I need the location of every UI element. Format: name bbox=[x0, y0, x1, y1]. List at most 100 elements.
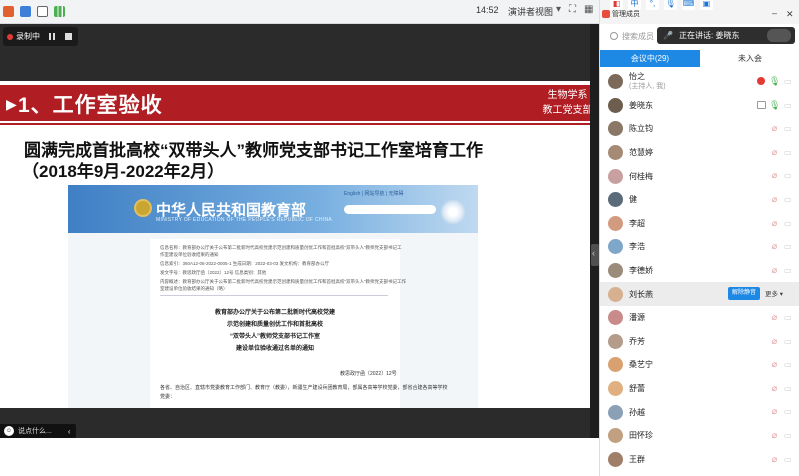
member-name: 李浩 bbox=[629, 242, 645, 252]
member-row[interactable]: 王群 ⌀ ▭ bbox=[600, 448, 799, 472]
panel-icon[interactable] bbox=[37, 6, 48, 17]
punctuation-icon[interactable]: °, bbox=[646, 0, 659, 10]
chat-placeholder[interactable]: 说点什么... bbox=[18, 426, 52, 436]
chat-input-bar[interactable]: ☺ 说点什么... ‹ bbox=[0, 424, 76, 438]
camera-off-icon[interactable]: ▭ bbox=[784, 148, 796, 157]
camera-off-icon[interactable]: ▭ bbox=[784, 266, 796, 275]
camera-off-icon[interactable]: ▭ bbox=[784, 407, 796, 416]
search-placeholder[interactable]: 搜索成员 bbox=[622, 31, 654, 42]
presentation-slide: ▶ 1、工作室验收 生物学系 教工党支部 圆满完成首批高校“双带头人”教师党支部… bbox=[0, 81, 590, 408]
member-row[interactable]: 田怀珍 ⌀ ▭ bbox=[600, 424, 799, 448]
microphone-on-icon[interactable]: 🎙 bbox=[769, 100, 780, 111]
camera-off-icon[interactable]: ▭ bbox=[784, 124, 796, 133]
member-search-input[interactable]: 搜索成员 bbox=[604, 27, 663, 45]
screen-share-icon bbox=[757, 100, 766, 109]
microphone-muted-icon[interactable]: ⌀ bbox=[769, 383, 780, 394]
member-row[interactable]: 舒蕾 ⌀ ▭ bbox=[600, 377, 799, 401]
tab-not-joined[interactable]: 未入会 bbox=[700, 50, 799, 67]
speaker-avatar bbox=[767, 29, 791, 42]
member-name: 桑艺宁 bbox=[629, 360, 653, 370]
microphone-muted-icon[interactable]: ⌀ bbox=[769, 265, 780, 276]
member-name: 李超 bbox=[629, 218, 645, 228]
close-icon[interactable]: ✕ bbox=[786, 9, 794, 20]
camera-off-icon[interactable]: ▭ bbox=[784, 384, 796, 393]
microphone-muted-icon[interactable]: ⌀ bbox=[769, 406, 780, 417]
shield-icon[interactable] bbox=[20, 6, 31, 17]
camera-off-icon[interactable]: ▭ bbox=[784, 337, 796, 346]
member-row[interactable]: 刘长燕 解除静音 更多 ▾ bbox=[600, 282, 799, 306]
camera-off-icon[interactable]: ▭ bbox=[784, 455, 796, 464]
avatar bbox=[608, 333, 623, 349]
member-list: 怡之 (主持人, 我) 🎙 ▭ 姜晓东 🎙 ▭ 陈立钧 ⌀ ▭ 范慧婷 ⌀ ▭ 何桂梅 ⌀ ▭ 健 ⌀ ▭ 李超 ⌀ ▭ 李… bbox=[600, 70, 799, 471]
bottom-blank-area bbox=[0, 438, 599, 476]
microphone-muted-icon[interactable]: ⌀ bbox=[769, 194, 780, 205]
panel-collapse-handle[interactable]: ‹ bbox=[591, 244, 599, 266]
avatar bbox=[608, 97, 623, 113]
member-row[interactable]: 怡之 (主持人, 我) 🎙 ▭ bbox=[600, 70, 799, 94]
camera-off-icon[interactable]: ▭ bbox=[784, 431, 796, 440]
member-row[interactable]: 李超 ⌀ ▭ bbox=[600, 212, 799, 236]
member-row[interactable]: 李浩 ⌀ ▭ bbox=[600, 235, 799, 259]
camera-off-icon[interactable]: ▭ bbox=[784, 195, 796, 204]
microphone-muted-icon[interactable]: ⌀ bbox=[769, 147, 780, 158]
member-row[interactable]: 范慧婷 ⌀ ▭ bbox=[600, 141, 799, 165]
member-name-block: 姜晓东 bbox=[629, 101, 653, 110]
meta-row: 信息索引：360A12-06-2022-0005-1 生成日期：2022-03-… bbox=[160, 261, 330, 266]
header-arrow-icon: ▶ bbox=[6, 96, 17, 112]
avatar bbox=[608, 192, 623, 208]
member-row[interactable]: 姜晓东 🎙 ▭ bbox=[600, 94, 799, 118]
meta-row: 信息名称：教育部办公厅关于公布第二批新时代高校党建示范创建和质量创优工作和首批高… bbox=[160, 245, 402, 250]
layout-grid-icon[interactable]: ▦ bbox=[584, 4, 593, 15]
skin-icon[interactable]: ▣ bbox=[700, 0, 713, 10]
camera-off-icon[interactable]: ▭ bbox=[784, 77, 796, 86]
microphone-on-icon[interactable]: 🎙 bbox=[769, 76, 780, 87]
camera-off-icon[interactable]: ▭ bbox=[784, 219, 796, 228]
app-logo-icon[interactable] bbox=[3, 6, 14, 17]
stop-recording-button[interactable] bbox=[62, 31, 74, 43]
notice-heading: 教育部办公厅关于公布第二批新时代高校党建 bbox=[214, 310, 335, 316]
camera-off-icon[interactable]: ▭ bbox=[784, 360, 796, 369]
minimize-icon[interactable]: – bbox=[772, 8, 777, 18]
microphone-muted-icon[interactable]: ⌀ bbox=[769, 241, 780, 252]
microphone-muted-icon[interactable]: ⌀ bbox=[769, 312, 780, 323]
microphone-muted-icon[interactable]: ⌀ bbox=[769, 430, 780, 441]
notice-heading: 建设单位验收通过名单的通知 bbox=[235, 346, 314, 352]
microphone-muted-icon[interactable]: ⌀ bbox=[769, 454, 780, 465]
member-name-block: 舒蕾 bbox=[629, 384, 645, 393]
tab-in-meeting[interactable]: 会议中(29) bbox=[600, 50, 700, 67]
camera-off-icon[interactable]: ▭ bbox=[784, 171, 796, 180]
member-row[interactable]: 潘源 ⌀ ▭ bbox=[600, 306, 799, 330]
microphone-muted-icon[interactable]: ⌀ bbox=[769, 170, 780, 181]
microphone-muted-icon[interactable]: ⌀ bbox=[769, 359, 780, 370]
pause-recording-button[interactable] bbox=[46, 31, 58, 43]
member-row[interactable]: 何桂梅 ⌀ ▭ bbox=[600, 164, 799, 188]
dropdown-chevron-icon[interactable]: ▾ bbox=[556, 4, 561, 15]
member-name: 乔芳 bbox=[629, 336, 645, 346]
member-management-panel: ◧ 中 °, 🎙 ⌨ ▣ 管理成员 – ✕ 搜索成员 🎤 正在讲话: 姜晓东 会… bbox=[599, 0, 799, 476]
camera-off-icon[interactable]: ▭ bbox=[784, 242, 796, 251]
panel-titlebar: ◧ 中 °, 🎙 ⌨ ▣ 管理成员 – ✕ bbox=[600, 0, 799, 24]
microphone-muted-icon[interactable]: ⌀ bbox=[769, 123, 780, 134]
member-row[interactable]: 健 ⌀ ▭ bbox=[600, 188, 799, 212]
more-dropdown[interactable]: 更多 ▾ bbox=[765, 288, 783, 298]
member-row[interactable]: 乔芳 ⌀ ▭ bbox=[600, 330, 799, 354]
member-row[interactable]: 桑艺宁 ⌀ ▭ bbox=[600, 353, 799, 377]
fullscreen-icon[interactable]: ⛶ bbox=[569, 4, 576, 15]
camera-off-icon[interactable]: ▭ bbox=[784, 313, 796, 322]
member-row[interactable]: 陈立钧 ⌀ ▭ bbox=[600, 117, 799, 141]
camera-off-icon[interactable]: ▭ bbox=[784, 101, 796, 110]
slide-header-bar: ▶ 1、工作室验收 bbox=[0, 85, 543, 121]
smile-icon[interactable]: ☺ bbox=[4, 426, 14, 436]
member-name-block: 范慧婷 bbox=[629, 148, 653, 157]
microphone-icon[interactable]: 🎙 bbox=[664, 0, 677, 10]
microphone-muted-icon[interactable]: ⌀ bbox=[769, 218, 780, 229]
presenter-view-button[interactable]: 演讲者视图 bbox=[504, 4, 557, 19]
member-row[interactable]: 李德娇 ⌀ ▭ bbox=[600, 259, 799, 283]
keyboard-icon[interactable]: ⌨ bbox=[682, 0, 695, 10]
member-row[interactable]: 孙越 ⌀ ▭ bbox=[600, 400, 799, 424]
microphone-muted-icon[interactable]: ⌀ bbox=[769, 336, 780, 347]
recording-label: 录制中 bbox=[16, 32, 40, 41]
unmute-button[interactable]: 解除静音 bbox=[728, 287, 760, 301]
chevron-left-icon[interactable]: ‹ bbox=[68, 427, 71, 436]
member-name-block: 刘长燕 bbox=[629, 290, 653, 299]
